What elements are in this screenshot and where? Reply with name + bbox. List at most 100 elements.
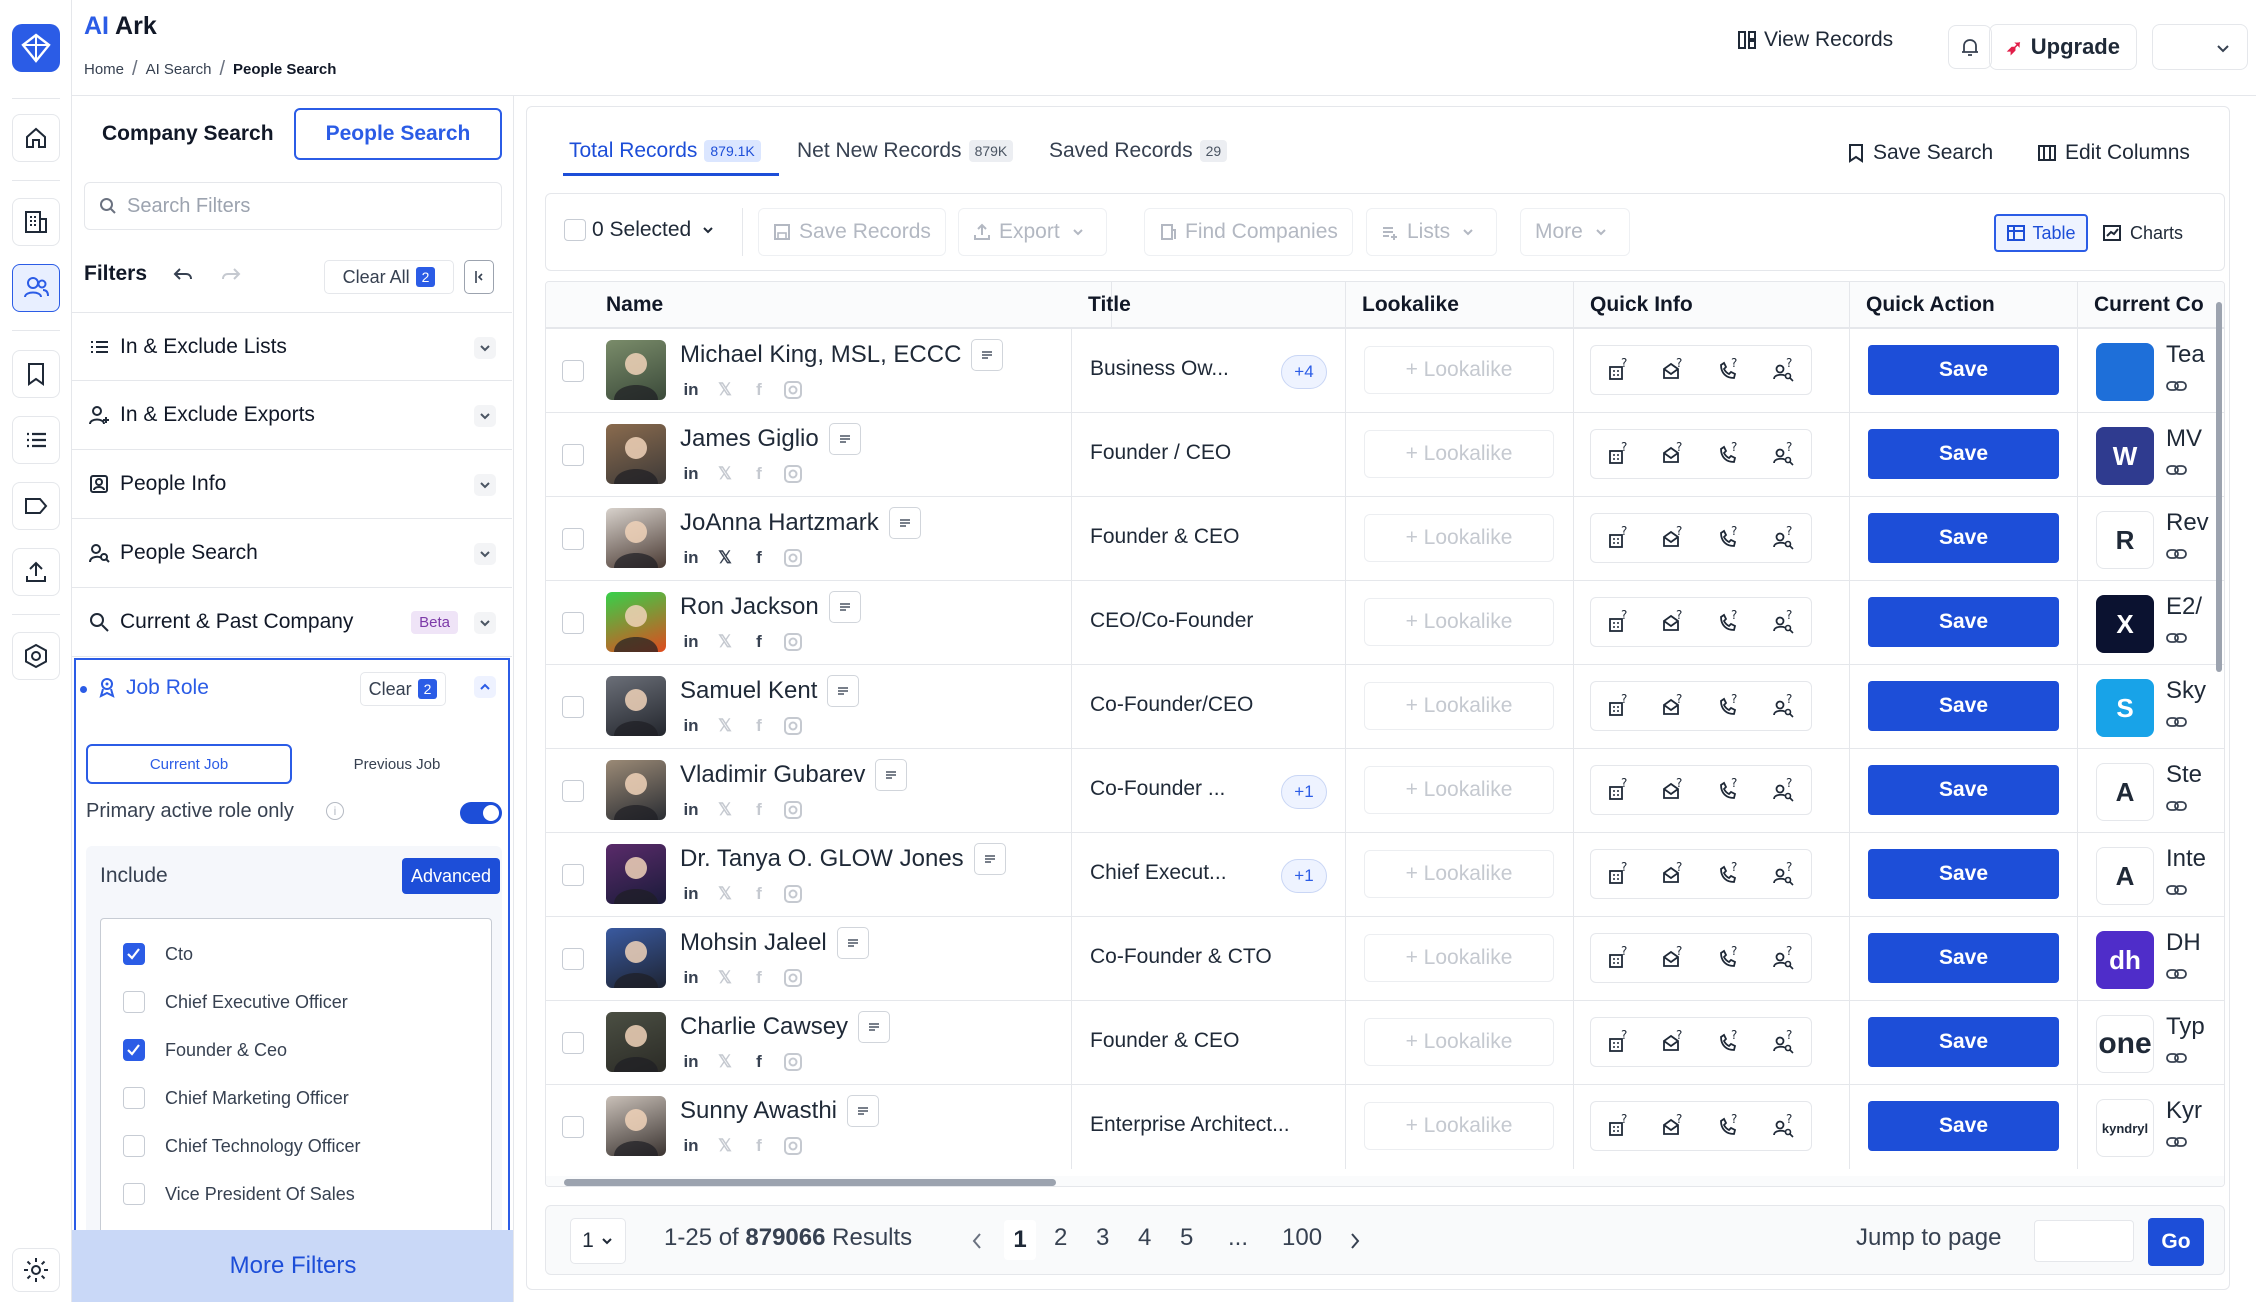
col-quick-action[interactable]: Quick Action: [1850, 282, 2078, 328]
phone-icon[interactable]: ?: [1716, 777, 1742, 803]
x-twitter-icon[interactable]: 𝕏: [714, 967, 736, 989]
tag-icon[interactable]: [12, 482, 60, 530]
row-checkbox[interactable]: [562, 360, 584, 382]
link-icon[interactable]: [2166, 967, 2188, 981]
phone-icon[interactable]: ?: [1716, 525, 1742, 551]
notes-icon[interactable]: [836, 927, 869, 959]
lookalike-button[interactable]: + Lookalike: [1364, 682, 1554, 730]
breadcrumb-home[interactable]: Home: [84, 61, 124, 78]
notes-icon[interactable]: [858, 1011, 891, 1043]
more-titles-badge[interactable]: +1: [1281, 775, 1327, 809]
company-phone-icon[interactable]: ?: [1606, 441, 1632, 467]
save-search-button[interactable]: Save Search: [1847, 141, 1993, 165]
save-button[interactable]: Save: [1868, 1017, 2059, 1067]
phone-icon[interactable]: ?: [1716, 861, 1742, 887]
lookalike-button[interactable]: + Lookalike: [1364, 514, 1554, 562]
x-twitter-icon[interactable]: 𝕏: [714, 631, 736, 653]
facebook-icon[interactable]: f: [748, 463, 770, 485]
prev-page-icon[interactable]: [970, 1231, 984, 1251]
search-filters-input[interactable]: Search Filters: [84, 182, 502, 230]
bookmark-icon[interactable]: [12, 350, 60, 398]
facebook-icon[interactable]: f: [748, 631, 770, 653]
email-icon[interactable]: ?: [1661, 525, 1687, 551]
linkedin-icon[interactable]: in: [680, 1051, 702, 1073]
undo-icon[interactable]: [172, 264, 194, 286]
tab-total-records[interactable]: Total Records 879.1K: [569, 139, 761, 163]
x-twitter-icon[interactable]: 𝕏: [714, 1051, 736, 1073]
person-name[interactable]: Samuel Kent: [680, 675, 860, 707]
x-twitter-icon[interactable]: 𝕏: [714, 715, 736, 737]
phone-icon[interactable]: ?: [1716, 1029, 1742, 1055]
upload-icon[interactable]: [12, 548, 60, 596]
go-button[interactable]: Go: [2148, 1218, 2204, 1266]
view-records-button[interactable]: View Records: [1736, 28, 1893, 52]
instagram-icon[interactable]: [782, 379, 804, 401]
phone-icon[interactable]: ?: [1716, 1113, 1742, 1139]
contact-search-icon[interactable]: ?: [1771, 693, 1797, 719]
email-icon[interactable]: ?: [1661, 861, 1687, 887]
company-name[interactable]: Sky: [2166, 677, 2206, 705]
phone-icon[interactable]: ?: [1716, 609, 1742, 635]
linkedin-icon[interactable]: in: [680, 883, 702, 905]
filter-in-exclude-exports[interactable]: In & Exclude Exports: [72, 381, 512, 450]
instagram-icon[interactable]: [782, 631, 804, 653]
linkedin-icon[interactable]: in: [680, 1135, 702, 1157]
facebook-icon[interactable]: f: [748, 1135, 770, 1157]
x-twitter-icon[interactable]: 𝕏: [714, 379, 736, 401]
facebook-icon[interactable]: f: [748, 547, 770, 569]
col-title[interactable]: Title: [1072, 282, 1346, 328]
redo-icon[interactable]: [220, 264, 242, 286]
company-name[interactable]: E2/: [2166, 593, 2202, 621]
page-100[interactable]: 100: [1282, 1224, 1322, 1252]
vertical-scrollbar[interactable]: [2214, 296, 2224, 1156]
save-button[interactable]: Save: [1868, 1101, 2059, 1151]
col-lookalike[interactable]: Lookalike: [1346, 282, 1574, 328]
x-twitter-icon[interactable]: 𝕏: [714, 799, 736, 821]
contact-search-icon[interactable]: ?: [1771, 1029, 1797, 1055]
settings-icon[interactable]: [12, 1248, 60, 1292]
email-icon[interactable]: ?: [1661, 777, 1687, 803]
linkedin-icon[interactable]: in: [680, 631, 702, 653]
lookalike-button[interactable]: + Lookalike: [1364, 1102, 1554, 1150]
company-phone-icon[interactable]: ?: [1606, 1113, 1632, 1139]
company-phone-icon[interactable]: ?: [1606, 945, 1632, 971]
select-all-checkbox[interactable]: [564, 219, 586, 241]
person-name[interactable]: Mohsin Jaleel: [680, 927, 869, 959]
tab-saved-records[interactable]: Saved Records 29: [1049, 139, 1228, 163]
filter-people-info[interactable]: People Info: [72, 450, 512, 519]
notes-icon[interactable]: [888, 507, 921, 539]
person-name[interactable]: JoAnna Hartzmark: [680, 507, 921, 539]
job-role-label[interactable]: Job Role: [126, 676, 209, 700]
save-button[interactable]: Save: [1868, 681, 2059, 731]
company-phone-icon[interactable]: ?: [1606, 1029, 1632, 1055]
instagram-icon[interactable]: [782, 883, 804, 905]
email-icon[interactable]: ?: [1661, 441, 1687, 467]
contact-search-icon[interactable]: ?: [1771, 441, 1797, 467]
table-row[interactable]: JoAnna Hartzmark in 𝕏 f Founder & CEO + …: [546, 496, 2224, 581]
col-current-company[interactable]: Current Co: [2078, 282, 2224, 328]
phone-icon[interactable]: ?: [1716, 357, 1742, 383]
tab-net-new-records[interactable]: Net New Records 879K: [797, 139, 1014, 163]
facebook-icon[interactable]: f: [748, 799, 770, 821]
company-search-tab[interactable]: Company Search: [102, 122, 274, 146]
people-search-tab[interactable]: People Search: [294, 108, 502, 160]
advanced-button[interactable]: Advanced: [402, 858, 500, 894]
export-button[interactable]: Export: [958, 208, 1107, 256]
company-phone-icon[interactable]: ?: [1606, 861, 1632, 887]
link-icon[interactable]: [2166, 883, 2188, 897]
link-icon[interactable]: [2166, 715, 2188, 729]
notes-icon[interactable]: [828, 423, 861, 455]
company-name[interactable]: Typ: [2166, 1013, 2205, 1041]
contact-search-icon[interactable]: ?: [1771, 777, 1797, 803]
phone-icon[interactable]: ?: [1716, 945, 1742, 971]
next-page-icon[interactable]: [1348, 1231, 1362, 1251]
contact-search-icon[interactable]: ?: [1771, 1113, 1797, 1139]
email-icon[interactable]: ?: [1661, 1029, 1687, 1055]
company-name[interactable]: Rev: [2166, 509, 2209, 537]
link-icon[interactable]: [2166, 547, 2188, 561]
more-filters-button[interactable]: More Filters: [72, 1230, 513, 1302]
col-quick-info[interactable]: Quick Info: [1574, 282, 1850, 328]
lookalike-button[interactable]: + Lookalike: [1364, 1018, 1554, 1066]
option-row[interactable]: Chief Executive Officer: [123, 991, 348, 1013]
option-row[interactable]: Cto: [123, 943, 193, 965]
